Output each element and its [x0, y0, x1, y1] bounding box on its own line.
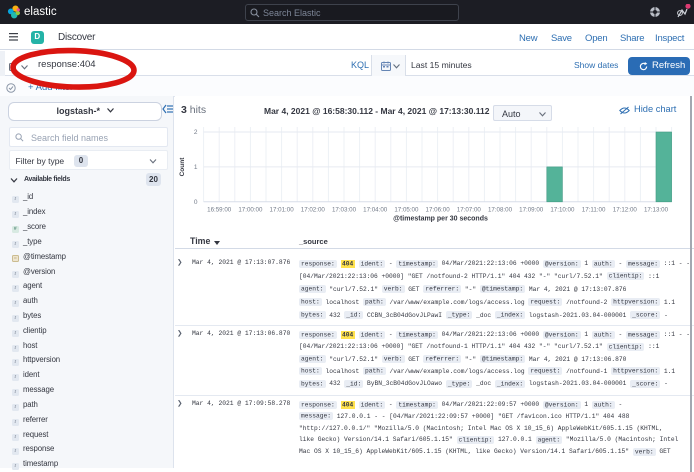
- svg-text:17:13:00: 17:13:00: [644, 207, 669, 214]
- svg-text:17:09:00: 17:09:00: [519, 207, 544, 214]
- svg-text:2: 2: [194, 129, 198, 136]
- svg-text:17:06:00: 17:06:00: [426, 207, 451, 214]
- svg-text:17:07:00: 17:07:00: [457, 207, 482, 214]
- svg-text:1: 1: [194, 164, 198, 171]
- svg-text:17:00:00: 17:00:00: [238, 207, 263, 214]
- svg-text:17:10:00: 17:10:00: [550, 207, 575, 214]
- svg-text:17:03:00: 17:03:00: [332, 207, 357, 214]
- svg-text:17:05:00: 17:05:00: [394, 207, 419, 214]
- svg-text:17:01:00: 17:01:00: [270, 207, 295, 214]
- svg-text:17:04:00: 17:04:00: [363, 207, 388, 214]
- svg-text:Count: Count: [179, 157, 186, 177]
- svg-text:@timestamp per 30 seconds: @timestamp per 30 seconds: [393, 216, 488, 223]
- svg-text:16:59:00: 16:59:00: [207, 207, 232, 214]
- svg-text:17:11:00: 17:11:00: [582, 207, 606, 214]
- svg-text:17:08:00: 17:08:00: [488, 207, 513, 214]
- svg-text:0: 0: [194, 199, 198, 206]
- svg-text:17:12:00: 17:12:00: [613, 207, 638, 214]
- svg-text:17:02:00: 17:02:00: [301, 207, 326, 214]
